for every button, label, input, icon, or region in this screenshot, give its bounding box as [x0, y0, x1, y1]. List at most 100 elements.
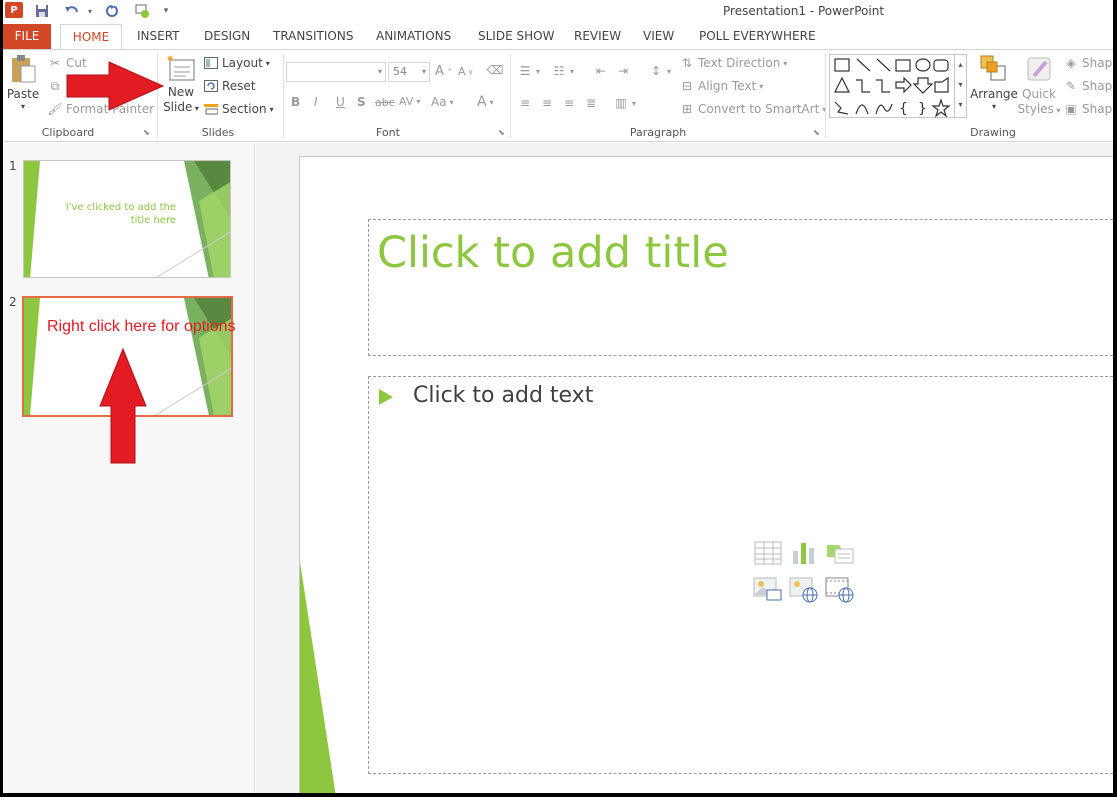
title-placeholder[interactable]: Click to add title [368, 219, 1113, 356]
pen-icon: ✎ [1065, 79, 1077, 93]
paste-button[interactable]: Paste ▾ [7, 54, 39, 111]
shape-outline-button[interactable]: ✎ Shape [1063, 78, 1113, 94]
separator [510, 54, 511, 138]
shapes-gallery[interactable]: { } ▴ ▾ ▾ [829, 54, 967, 118]
slide-thumbnail-2[interactable] [22, 296, 233, 417]
font-size-value: 54 [393, 65, 407, 78]
copy-button[interactable]: ⧉ C [47, 78, 75, 94]
text-direction-icon: ⇅ [681, 56, 693, 70]
underline-button[interactable]: U [336, 95, 345, 109]
columns-button[interactable]: ▥ ▾ [613, 95, 636, 111]
arrange-dropdown-icon: ▾ [991, 102, 996, 111]
insert-chart-icon[interactable] [789, 540, 819, 566]
align-right-button[interactable]: ≡ [561, 95, 577, 111]
line-shape-icon [856, 58, 871, 72]
redo-icon[interactable] [103, 2, 121, 20]
effects-icon: ▣ [1065, 102, 1077, 116]
tab-review[interactable]: REVIEW [570, 24, 625, 50]
insert-picture-icon[interactable] [753, 577, 783, 603]
cut-button[interactable]: ✂ Cut [47, 55, 87, 71]
tab-home[interactable]: HOME [60, 24, 122, 51]
separator [825, 54, 826, 138]
section-button[interactable]: Section ▾ [203, 101, 274, 117]
shadow-button[interactable]: S [357, 95, 366, 109]
align-text-button[interactable]: ⊟ Align Text ▾ [679, 78, 763, 94]
shape-effects-button[interactable]: ▣ Shape [1063, 101, 1113, 117]
shape-effects-label: Shape [1082, 102, 1113, 116]
triangle-shape-icon [834, 76, 850, 93]
star-shape-icon [931, 98, 951, 118]
line-spacing-button[interactable]: ↕ ▾ [648, 63, 671, 79]
italic-button[interactable]: I [314, 95, 318, 109]
arrange-button[interactable]: Arrange ▾ [970, 54, 1018, 111]
rectangle-shape-icon [895, 59, 911, 72]
tab-view[interactable]: VIEW [639, 24, 678, 50]
slide-thumbnail-1[interactable]: I've clicked to add the title here [23, 160, 231, 278]
justify-button[interactable]: ≣ [583, 95, 599, 111]
align-text-label: Align Text [698, 79, 757, 93]
tab-animations[interactable]: ANIMATIONS [372, 24, 455, 50]
layout-dropdown-icon: ▾ [265, 58, 270, 68]
title-bar: P ▾ ▾ Presentation1 - PowerPoint [3, 0, 1113, 22]
format-painter-button[interactable]: 🖌 Format Painter [47, 101, 154, 117]
bold-button[interactable]: B [291, 95, 300, 109]
tab-design[interactable]: DESIGN [200, 24, 254, 50]
ribbon: Paste ▾ ✂ Cut ⧉ C 🖌 Format Painter Clipb… [3, 49, 1113, 142]
text-direction-button[interactable]: ⇅ Text Direction ▾ [679, 55, 787, 71]
undo-dropdown-icon[interactable]: ▾ [81, 2, 99, 20]
clipboard-launcher-icon[interactable]: ⬊ [143, 128, 150, 137]
tab-transitions[interactable]: TRANSITIONS [269, 24, 357, 50]
section-dropdown-icon: ▾ [269, 104, 274, 114]
current-slide[interactable]: Click to add title Click to add text [299, 156, 1113, 793]
new-slide-button[interactable]: ✷ New Slide ▾ [163, 54, 199, 114]
shrink-font-button[interactable]: Av [458, 65, 473, 78]
font-launcher-icon[interactable]: ⬊ [498, 128, 505, 137]
character-spacing-button[interactable]: AV ▾ [399, 95, 420, 108]
increase-indent-button[interactable]: ⇥ [615, 63, 631, 79]
layout-button[interactable]: Layout ▾ [203, 55, 270, 71]
change-case-label: Aa [431, 95, 447, 109]
convert-smartart-label: Convert to SmartArt [698, 102, 820, 116]
align-left-button[interactable]: ≡ [517, 95, 533, 111]
align-center-button[interactable]: ≡ [539, 95, 555, 111]
character-spacing-label: AV [399, 95, 414, 108]
gallery-scroll[interactable]: ▴ ▾ ▾ [954, 55, 966, 117]
tab-slide-show[interactable]: SLIDE SHOW [474, 24, 558, 50]
tab-insert[interactable]: INSERT [133, 24, 184, 50]
paragraph-launcher-icon[interactable]: ⬊ [813, 128, 820, 137]
quick-styles-label-2: Styles [1017, 102, 1054, 116]
change-case-button[interactable]: Aa ▾ [431, 95, 454, 109]
insert-video-icon[interactable] [825, 577, 855, 603]
font-size-combo[interactable]: 54 ▾ [388, 62, 430, 82]
tab-file[interactable]: FILE [3, 24, 51, 50]
insert-online-picture-icon[interactable] [789, 577, 819, 603]
left-brace-shape-icon: { [899, 101, 908, 117]
content-placeholder[interactable]: Click to add text [368, 376, 1113, 774]
insert-smartart-icon[interactable] [825, 540, 855, 566]
insert-table-icon[interactable] [753, 540, 783, 566]
font-name-combo[interactable]: ▾ [286, 62, 386, 82]
reset-icon [203, 78, 219, 94]
strikethrough-button[interactable]: abc [375, 96, 395, 109]
clear-formatting-button[interactable]: ⌫ [487, 62, 504, 78]
quick-styles-button[interactable]: Quick Styles ▾ [1017, 54, 1060, 116]
save-icon[interactable] [33, 2, 51, 20]
decrease-indent-button[interactable]: ⇤ [593, 63, 609, 79]
ribbon-tabs: FILE HOME INSERT DESIGN TRANSITIONS ANIM… [3, 24, 1113, 51]
bullets-button[interactable]: ☰ ▾ [517, 63, 540, 79]
tab-poll-everywhere[interactable]: POLL EVERYWHERE [695, 24, 820, 50]
customize-qat-icon[interactable]: ▾ [157, 2, 175, 20]
reset-button[interactable]: Reset [203, 78, 256, 94]
paragraph-group-label: Paragraph [629, 126, 687, 139]
convert-smartart-button[interactable]: ⊞Convert to SmartArt▾ [679, 101, 826, 117]
font-color-button[interactable]: A ▾ [477, 94, 494, 110]
undo-icon[interactable] [63, 2, 81, 20]
right-brace-shape-icon: } [918, 101, 927, 117]
grow-font-button[interactable]: A ^ [435, 64, 453, 79]
numbering-button[interactable]: ☷ ▾ [551, 63, 574, 79]
shape-outline-label: Shape [1082, 79, 1113, 93]
start-slideshow-icon[interactable] [133, 2, 151, 20]
text-direction-label: Text Direction [698, 56, 781, 70]
freeform-line-shape-icon [834, 101, 849, 115]
shape-fill-button[interactable]: ◈ Shape [1063, 55, 1113, 71]
